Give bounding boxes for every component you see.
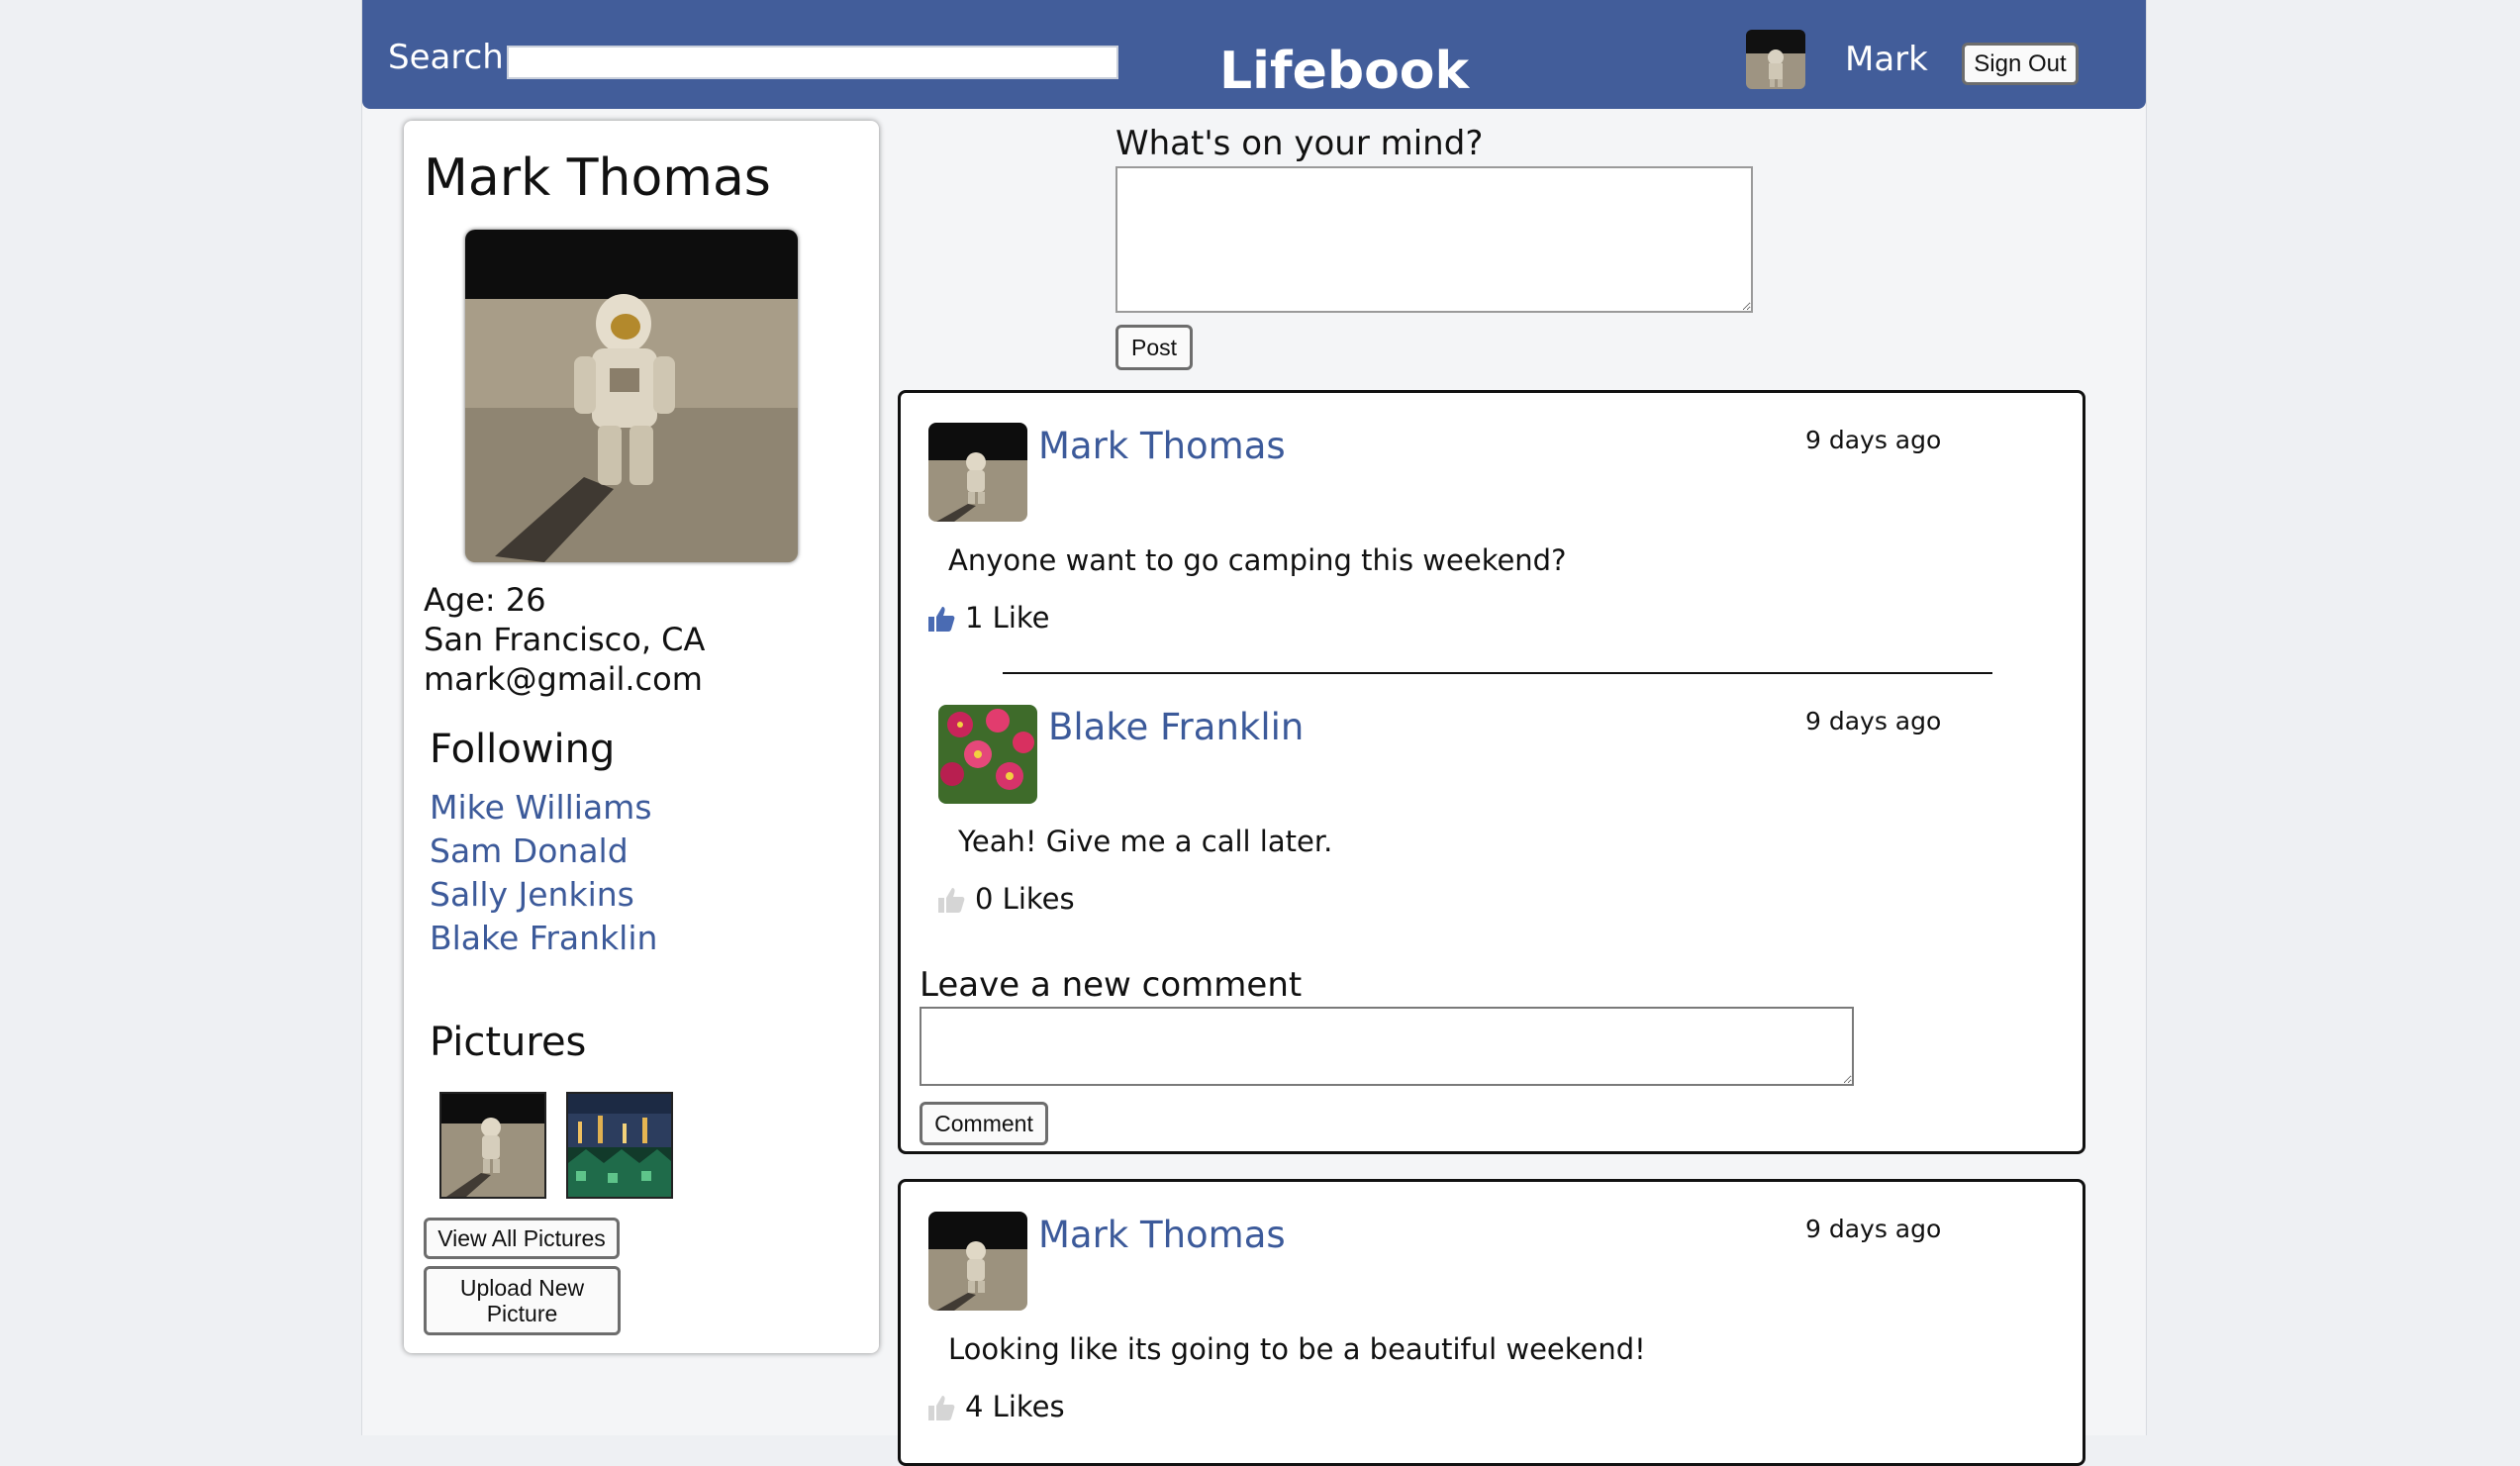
post-text: Anyone want to go camping this weekend? [948,543,1567,577]
comment-divider [1003,672,1992,674]
following-heading: Following [430,727,616,772]
profile-age: Age: 26 [424,581,546,619]
profile-photo[interactable] [465,230,798,562]
user-avatar[interactable] [1746,30,1805,89]
astronaut-photo-icon [465,230,798,562]
brand-logo[interactable]: Lifebook [1219,42,1469,101]
following-link[interactable]: Sally Jenkins [430,873,657,917]
post-author-avatar[interactable] [928,1212,1027,1311]
profile-info: Age: 26 San Francisco, CA mark@gmail.com [424,580,705,699]
upload-label-line-2: Picture [486,1301,558,1326]
post-timestamp: 9 days ago [1805,426,1942,454]
flowers-photo-icon [938,705,1037,804]
upload-label-line-1: Upload New [459,1275,585,1301]
post-card: Mark Thomas 9 days ago Looking like its … [898,1179,2085,1466]
post-author-link[interactable]: Mark Thomas [1038,425,1286,467]
page: Search: Lifebook Mark Sign Out Mark Thom… [361,0,2147,1466]
comment-like-count: 0 Likes [975,882,1075,916]
thumbs-up-icon[interactable] [926,604,956,634]
thumbs-up-icon[interactable] [936,885,966,915]
picture-thumbnail[interactable] [566,1092,673,1199]
pictures-heading: Pictures [430,1020,587,1065]
astronaut-photo-icon [441,1094,544,1197]
astronaut-photo-icon [928,1212,1027,1311]
picture-thumbnail[interactable] [439,1092,546,1199]
top-navbar: Search: Lifebook Mark Sign Out [362,0,2146,109]
profile-location: San Francisco, CA [424,621,706,658]
post-timestamp: 9 days ago [1805,1215,1942,1243]
search-input[interactable] [507,46,1118,79]
following-link[interactable]: Sam Donald [430,830,657,873]
profile-name: Mark Thomas [424,148,771,208]
following-list: Mike Williams Sam Donald Sally Jenkins B… [430,786,657,960]
status-prompt: What's on your mind? [1115,124,1484,163]
astronaut-photo-icon [928,423,1027,522]
new-comment-input[interactable] [920,1007,1854,1086]
city-night-photo-icon [568,1094,671,1197]
nav-user-name[interactable]: Mark [1845,40,1928,79]
sign-out-button[interactable]: Sign Out [1962,43,2079,85]
following-link[interactable]: Blake Franklin [430,917,657,960]
post-like-count: 1 Like [965,601,1050,635]
new-comment-label: Leave a new comment [920,965,1303,1005]
search-label: Search: [388,38,516,77]
post-text: Looking like its going to be a beautiful… [948,1332,1646,1366]
post-card: Mark Thomas 9 days ago Anyone want to go… [898,390,2085,1154]
following-link[interactable]: Mike Williams [430,786,657,830]
status-input[interactable] [1115,166,1753,313]
post-like-count: 4 Likes [965,1390,1065,1423]
comment-button[interactable]: Comment [920,1102,1048,1145]
profile-card: Mark Thomas Age: 26 San Francisco, CA ma… [404,121,879,1353]
profile-email: mark@gmail.com [424,660,703,698]
post-author-link[interactable]: Mark Thomas [1038,1214,1286,1256]
view-all-pictures-button[interactable]: View All Pictures [424,1218,620,1259]
comment-author-avatar[interactable] [938,705,1037,804]
upload-picture-button[interactable]: Upload New Picture [424,1266,621,1335]
thumbs-up-icon[interactable] [926,1393,956,1422]
comment-timestamp: 9 days ago [1805,707,1942,735]
post-author-avatar[interactable] [928,423,1027,522]
astronaut-photo-icon [1746,30,1805,89]
comment-author-link[interactable]: Blake Franklin [1048,706,1304,748]
comment-text: Yeah! Give me a call later. [958,825,1333,858]
post-button[interactable]: Post [1115,325,1193,370]
